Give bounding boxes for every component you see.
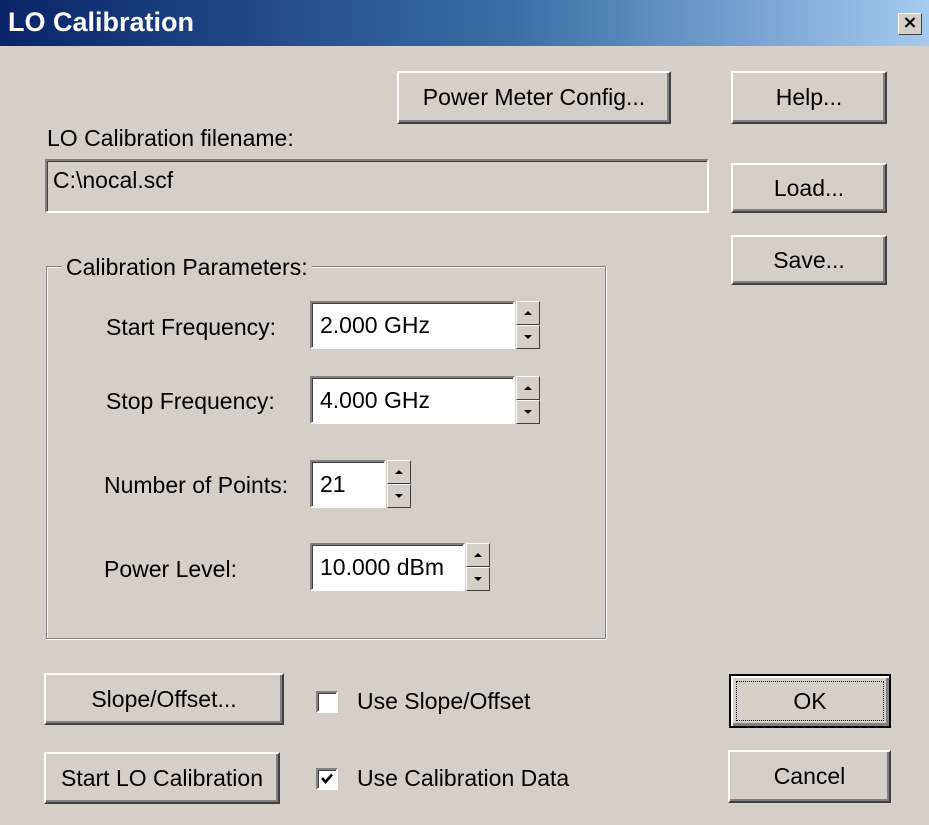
start-frequency-value: 2.000 GHz <box>320 311 430 338</box>
start-lo-calibration-label: Start LO Calibration <box>61 764 263 791</box>
use-calibration-data-label: Use Calibration Data <box>357 765 570 791</box>
number-of-points-spinner[interactable] <box>387 460 411 508</box>
load-button[interactable]: Load... <box>731 163 887 213</box>
stop-frequency-label: Stop Frequency: <box>106 388 275 414</box>
filename-field: C:\nocal.scf <box>45 159 709 213</box>
number-of-points-value: 21 <box>320 470 346 497</box>
save-label: Save... <box>773 246 845 273</box>
spin-up-icon[interactable] <box>466 543 490 567</box>
lo-calibration-dialog: LO Calibration × Power Meter Config... H… <box>0 0 929 825</box>
help-button[interactable]: Help... <box>731 71 887 124</box>
save-button[interactable]: Save... <box>731 235 887 285</box>
power-level-value: 10.000 dBm <box>320 553 445 580</box>
close-icon: × <box>902 12 918 33</box>
power-level-input[interactable]: 10.000 dBm <box>310 543 465 591</box>
use-slope-offset-label: Use Slope/Offset <box>357 688 531 714</box>
window-title: LO Calibration <box>8 7 195 37</box>
start-frequency-label: Start Frequency: <box>106 314 277 340</box>
focus-ring <box>736 681 884 721</box>
power-level-label: Power Level: <box>104 556 237 582</box>
start-frequency-spinner[interactable] <box>516 301 540 349</box>
number-of-points-label: Number of Points: <box>104 472 289 498</box>
help-label: Help... <box>775 84 843 110</box>
slope-offset-button[interactable]: Slope/Offset... <box>44 673 284 725</box>
checkmark-icon <box>321 773 333 784</box>
power-level-spinner[interactable] <box>466 543 490 591</box>
close-button[interactable]: × <box>898 13 922 35</box>
power-meter-config-label: Power Meter Config... <box>422 84 646 110</box>
filename-label: LO Calibration filename: <box>47 125 294 151</box>
spin-up-icon[interactable] <box>516 301 540 325</box>
ok-button[interactable]: OK <box>729 674 891 728</box>
spin-down-icon[interactable] <box>387 484 411 508</box>
spin-down-icon[interactable] <box>516 400 540 424</box>
cancel-button[interactable]: Cancel <box>728 750 891 803</box>
use-slope-offset-checkbox[interactable] <box>316 691 338 713</box>
title-bar[interactable]: LO Calibration × <box>0 0 929 46</box>
spin-up-icon[interactable] <box>516 376 540 400</box>
stop-frequency-spinner[interactable] <box>516 376 540 424</box>
load-label: Load... <box>773 174 845 201</box>
use-calibration-data-checkbox[interactable] <box>316 768 338 790</box>
spin-down-icon[interactable] <box>466 567 490 591</box>
cancel-label: Cancel <box>773 763 846 789</box>
filename-value: C:\nocal.scf <box>53 167 174 193</box>
start-frequency-input[interactable]: 2.000 GHz <box>310 301 515 349</box>
calibration-parameters-legend: Calibration Parameters: <box>62 254 312 281</box>
start-lo-calibration-button[interactable]: Start LO Calibration <box>44 752 280 804</box>
slope-offset-label: Slope/Offset... <box>91 685 237 712</box>
stop-frequency-input[interactable]: 4.000 GHz <box>310 376 515 424</box>
stop-frequency-value: 4.000 GHz <box>320 386 430 413</box>
number-of-points-input[interactable]: 21 <box>310 460 386 508</box>
spin-up-icon[interactable] <box>387 460 411 484</box>
power-meter-config-button[interactable]: Power Meter Config... <box>397 71 671 124</box>
spin-down-icon[interactable] <box>516 325 540 349</box>
